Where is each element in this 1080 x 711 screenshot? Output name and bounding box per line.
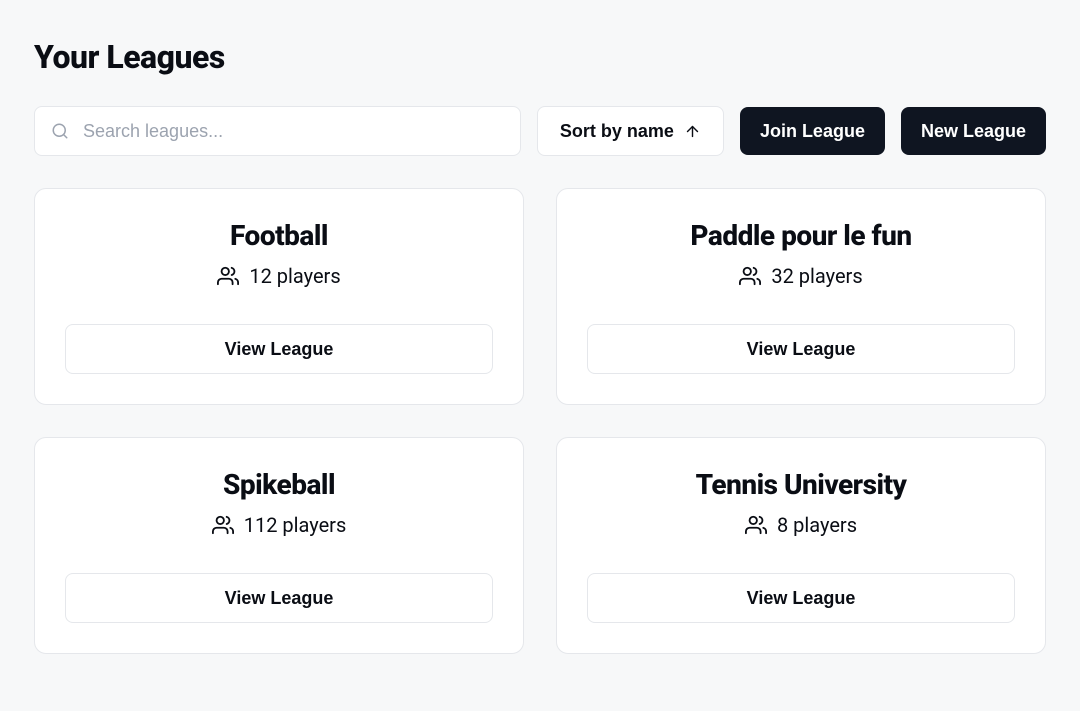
league-players: 32 players	[771, 264, 862, 288]
league-card: Football 12 players View League	[34, 188, 524, 405]
page-title: Your Leagues	[34, 38, 1046, 76]
sort-label: Sort by name	[560, 121, 674, 142]
league-name: Spikeball	[223, 468, 335, 501]
search-wrapper[interactable]	[34, 106, 521, 156]
sort-button[interactable]: Sort by name	[537, 106, 724, 156]
league-meta: 12 players	[217, 264, 340, 288]
league-meta: 32 players	[739, 264, 862, 288]
view-league-button[interactable]: View League	[65, 573, 493, 623]
league-meta: 112 players	[212, 513, 347, 537]
league-card: Tennis University 8 players View League	[556, 437, 1046, 654]
view-league-button[interactable]: View League	[587, 324, 1015, 374]
league-name: Paddle pour le fun	[690, 219, 911, 252]
search-input[interactable]	[83, 121, 504, 142]
users-icon	[212, 514, 234, 536]
league-players: 8 players	[777, 513, 857, 537]
controls-bar: Sort by name Join League New League	[34, 106, 1046, 156]
users-icon	[217, 265, 239, 287]
arrow-up-icon	[684, 123, 701, 140]
league-name: Tennis University	[696, 468, 907, 501]
leagues-grid: Football 12 players View League Paddle p…	[34, 188, 1046, 654]
league-players: 112 players	[244, 513, 347, 537]
search-icon	[51, 122, 69, 140]
join-league-button[interactable]: Join League	[740, 107, 885, 155]
league-meta: 8 players	[745, 513, 857, 537]
league-players: 12 players	[249, 264, 340, 288]
new-league-button[interactable]: New League	[901, 107, 1046, 155]
league-name: Football	[230, 219, 328, 252]
users-icon	[745, 514, 767, 536]
league-card: Paddle pour le fun 32 players View Leagu…	[556, 188, 1046, 405]
view-league-button[interactable]: View League	[65, 324, 493, 374]
view-league-button[interactable]: View League	[587, 573, 1015, 623]
league-card: Spikeball 112 players View League	[34, 437, 524, 654]
users-icon	[739, 265, 761, 287]
